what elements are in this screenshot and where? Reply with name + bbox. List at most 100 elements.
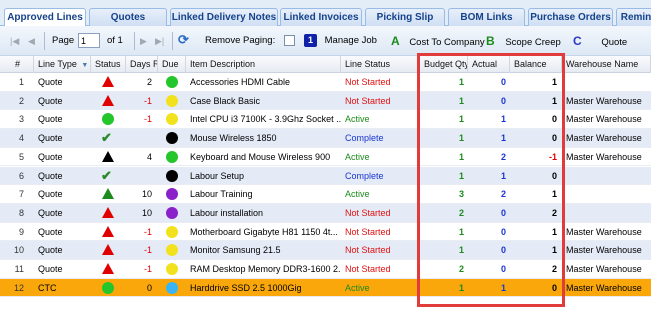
warehouse-name: [562, 204, 651, 222]
col-header-line-type[interactable]: Line Type ▼: [34, 56, 91, 73]
balance: 0: [551, 282, 557, 293]
actual-qty: 2: [500, 151, 506, 162]
balance: -1: [548, 151, 557, 162]
col-header-warehouse-name[interactable]: Warehouse Name: [562, 56, 651, 73]
prev-page-icon[interactable]: ◀: [28, 33, 35, 49]
line-status: Complete: [345, 133, 384, 144]
tab-bom-links[interactable]: BOM Links: [448, 8, 525, 26]
tab-quotes[interactable]: Quotes: [89, 8, 167, 26]
line-status: Not Started: [345, 95, 391, 106]
warehouse-name: Master Warehouse: [566, 95, 642, 106]
row-number: 8: [18, 207, 24, 218]
due-indicator-icon: [166, 188, 178, 201]
balance: 2: [551, 207, 557, 218]
col-header-balance[interactable]: Balance: [510, 56, 562, 73]
tab-bar: Approved Lines Quotes Linked Delivery No…: [0, 0, 651, 27]
due-indicator-icon: [166, 206, 178, 219]
due-indicator-icon: [166, 76, 178, 88]
page-label: Page: [52, 35, 75, 46]
table-row[interactable]: 9 Quote -1 Motherboard Gigabyte H81 1150 4t…: [0, 223, 651, 242]
item-description: RAM Desktop Memory DDR3-1600 2...: [190, 264, 341, 274]
toolbar-separator: [44, 32, 45, 50]
remove-paging-checkbox[interactable]: [284, 35, 295, 46]
line-status: Complete: [345, 170, 384, 181]
col-header-days-remaining[interactable]: Days Re: [126, 56, 158, 73]
green-circle-icon: [102, 113, 114, 126]
refresh-icon[interactable]: ⟳: [178, 32, 189, 48]
budget-qty: 1: [458, 77, 464, 87]
budget-qty: 1: [458, 95, 464, 106]
days-remaining: -1: [143, 95, 152, 106]
col-header-actual[interactable]: Actual: [468, 56, 510, 73]
col-header-line-status[interactable]: Line Status: [341, 56, 420, 73]
red-triangle-icon: [102, 263, 114, 274]
quote-label: Quote: [601, 37, 628, 48]
table-row[interactable]: 5 Quote 4 Keyboard and Mouse Wireless 900 Ac…: [0, 148, 651, 167]
row-number: 12: [13, 282, 24, 293]
green-check-icon: ✔: [101, 167, 112, 183]
manage-job-legend: 1 Manage Job: [304, 33, 377, 49]
next-page-icon[interactable]: ▶: [140, 33, 147, 49]
green-circle-icon: [102, 281, 114, 294]
actual-qty: 1: [500, 282, 506, 293]
tab-purchase-orders[interactable]: Purchase Orders: [528, 8, 613, 26]
col-header-status[interactable]: Status: [91, 56, 126, 73]
toolbar-separator: [134, 32, 135, 50]
balance: 0: [551, 114, 557, 125]
quote-key: C: [573, 34, 582, 48]
col-header-line-type-label: Line Type: [38, 59, 77, 69]
tab-linked-delivery-notes[interactable]: Linked Delivery Notes: [170, 8, 278, 26]
row-number: 11: [14, 264, 24, 274]
item-description: Motherboard Gigabyte H81 1150 4t...: [190, 226, 338, 237]
table-row[interactable]: 1 Quote 2 Accessories HDMI Cable Not Started…: [0, 73, 651, 92]
due-indicator-icon: [166, 94, 178, 107]
days-remaining: 4: [146, 151, 152, 162]
sort-arrow-icon: ▼: [81, 62, 89, 69]
actual-qty: 0: [500, 245, 506, 256]
line-type: Quote: [38, 151, 63, 162]
col-header-item-description[interactable]: Item Description: [186, 56, 341, 73]
tab-approved-lines[interactable]: Approved Lines: [4, 8, 86, 27]
actual-qty: 0: [500, 226, 506, 237]
line-status: Active: [345, 151, 370, 162]
balance: 0: [551, 133, 557, 144]
line-type: Quote: [38, 95, 63, 106]
table-row[interactable]: 12 CTC 0 Harddrive SSD 2.5 1000Gig Active 1 1 0…: [0, 278, 651, 298]
due-indicator-icon: [166, 169, 178, 182]
table-row[interactable]: 4 Quote Mouse Wireless 1850 Complete 1 1 0 Mast…: [0, 129, 651, 148]
table-row[interactable]: 6 Quote Labour Setup Complete 1 1 0 ✔: [0, 166, 651, 186]
table-row[interactable]: 8 Quote 10 Labour installation Not Started 2 0…: [0, 203, 651, 223]
table-row[interactable]: 10 Quote -1 Monitor Samsung 21.5 Not Started…: [0, 241, 651, 260]
quote-legend: C Quote: [573, 33, 627, 49]
days-remaining: [126, 167, 156, 185]
budget-qty: 1: [458, 133, 464, 144]
table-row[interactable]: 7 Quote 10 Labour Training Active 3 2 1: [0, 185, 651, 204]
row-number: 10: [13, 245, 24, 256]
line-status: Not Started: [345, 226, 391, 237]
red-triangle-icon: [102, 206, 114, 218]
row-number: 6: [18, 170, 24, 181]
last-page-icon[interactable]: ▶|: [155, 33, 164, 49]
toolbar-separator: [172, 32, 173, 50]
item-description: Harddrive SSD 2.5 1000Gig: [190, 282, 302, 293]
actual-qty: 0: [500, 207, 506, 218]
due-indicator-icon: [166, 281, 178, 294]
col-header-due[interactable]: Due: [158, 56, 186, 73]
col-header-budget-qty[interactable]: Budget Qty: [420, 56, 468, 73]
tab-remin[interactable]: Remin: [616, 8, 651, 26]
page-number-input[interactable]: [78, 33, 100, 48]
item-description: Intel CPU i3 7100K - 3.9Ghz Socket ...: [190, 114, 341, 125]
table-row[interactable]: 2 Quote -1 Case Black Basic Not Started 1 0 1 Ma…: [0, 91, 651, 111]
days-remaining: 2: [146, 77, 152, 87]
page-of-label: of 1: [107, 35, 123, 46]
days-remaining: -1: [143, 114, 152, 125]
first-page-icon[interactable]: |◀: [10, 33, 19, 49]
table-row[interactable]: 11 Quote -1 RAM Desktop Memory DDR3-1600 2.…: [0, 260, 651, 279]
tab-picking-slip[interactable]: Picking Slip: [365, 8, 445, 26]
line-type: Quote: [38, 245, 63, 256]
col-header-row-number[interactable]: #: [0, 56, 34, 73]
tab-linked-invoices[interactable]: Linked Invoices: [280, 8, 362, 26]
budget-qty: 2: [458, 207, 464, 218]
due-indicator-icon: [166, 263, 178, 275]
table-row[interactable]: 3 Quote -1 Intel CPU i3 7100K - 3.9Ghz Sock…: [0, 110, 651, 130]
